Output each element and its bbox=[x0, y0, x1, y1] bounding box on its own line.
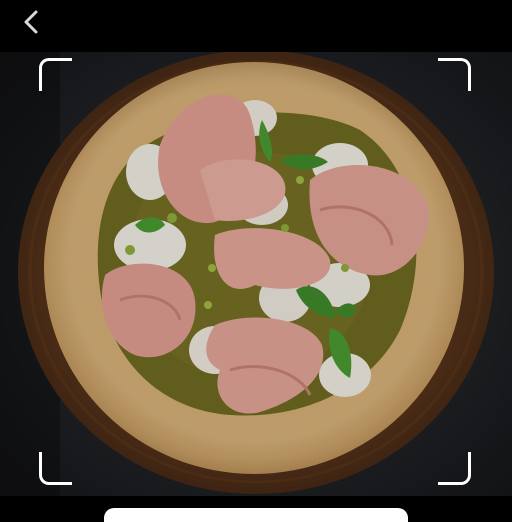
back-button[interactable] bbox=[16, 6, 48, 38]
chevron-left-icon bbox=[24, 10, 38, 34]
scan-frame-corner-bottom-left bbox=[39, 452, 72, 485]
scan-frame-corner-bottom-right bbox=[438, 452, 471, 485]
scan-frame-corner-top-left bbox=[39, 58, 72, 91]
photo-preview bbox=[0, 52, 512, 496]
pizza-photo bbox=[0, 52, 512, 496]
top-bar bbox=[0, 0, 512, 52]
scan-frame-corner-top-right bbox=[438, 58, 471, 91]
bottom-sheet-handle[interactable] bbox=[104, 508, 408, 522]
